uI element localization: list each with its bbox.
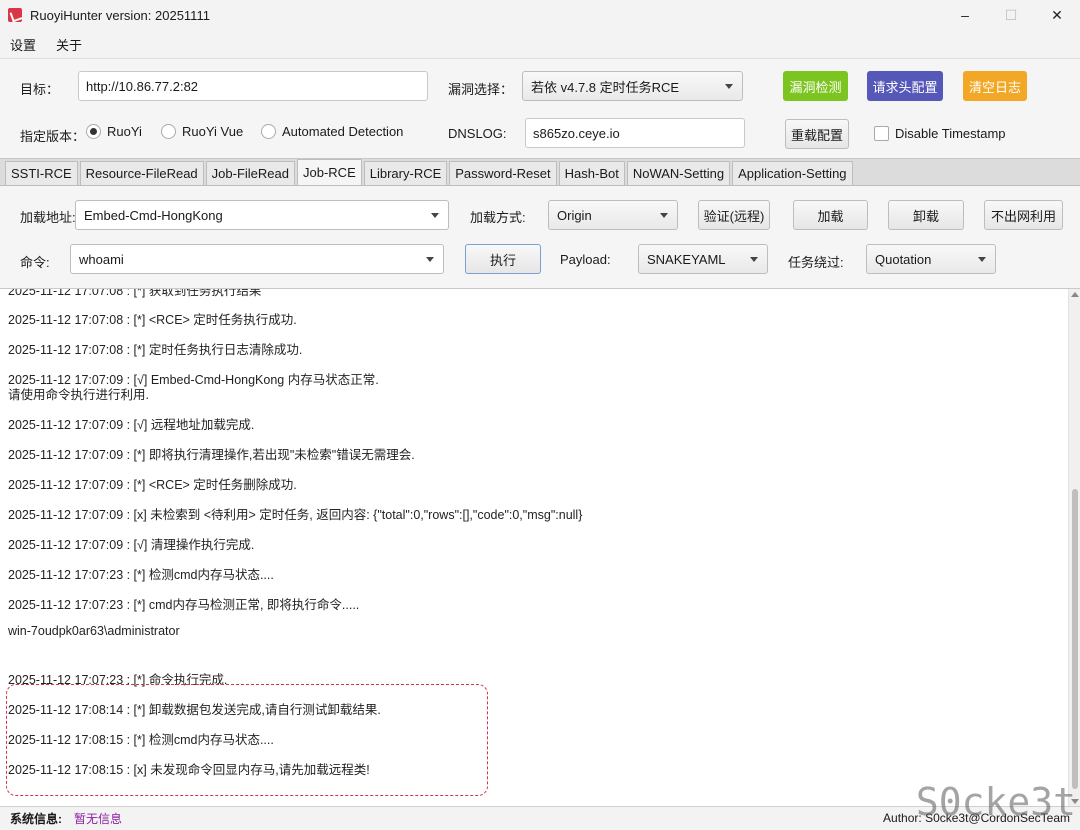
payload-label: Payload: — [560, 252, 611, 267]
load-addr-label: 加载地址: — [20, 210, 76, 225]
log-scrollbar[interactable] — [1068, 289, 1080, 806]
chevron-down-icon — [725, 84, 733, 89]
log-line: 请使用命令执行进行利用. — [8, 388, 149, 402]
payload-select[interactable]: SNAKEYAML — [638, 244, 768, 274]
window-controls: – ☐ ✕ — [942, 0, 1080, 30]
watermark: S0cke3t — [915, 780, 1076, 824]
execute-button[interactable]: 执行 — [465, 244, 541, 274]
verify-remote-button[interactable]: 验证(远程) — [698, 200, 770, 230]
radio-auto-detect-label: Automated Detection — [282, 124, 404, 139]
title-bar: RuoyiHunter version: 20251111 – ☐ ✕ — [0, 0, 1080, 30]
chevron-down-icon — [978, 257, 986, 262]
bypass-select[interactable]: Quotation — [866, 244, 996, 274]
chevron-down-icon — [750, 257, 758, 262]
menu-bar: 设置 关于 — [0, 30, 1080, 58]
log-line: 2025-11-12 17:07:09 : [*] 即将执行清理操作,若出现"未… — [8, 448, 415, 462]
scroll-up-icon[interactable] — [1071, 292, 1079, 297]
tab-library-rce[interactable]: Library-RCE — [363, 161, 448, 185]
radio-ruoyi-vue-label: RuoYi Vue — [182, 124, 244, 139]
log-line: 2025-11-12 17:07:08 : [*] <RCE> 定时任务执行成功… — [8, 313, 297, 327]
version-label: 指定版本： — [20, 129, 86, 144]
log-line: 2025-11-12 17:07:09 : [*] <RCE> 定时任务删除成功… — [8, 478, 297, 492]
load-method-select[interactable]: Origin — [548, 200, 678, 230]
reload-config-button[interactable]: 重载配置 — [785, 119, 849, 149]
close-icon[interactable]: ✕ — [1034, 0, 1080, 30]
log-line: 2025-11-12 17:07:23 : [*] cmd内存马检测正常, 即将… — [8, 598, 360, 612]
log-line: 2025-11-12 17:07:23 : [*] 检测cmd内存马状态.... — [8, 568, 274, 582]
nowan-exploit-button[interactable]: 不出网利用 — [984, 200, 1063, 230]
log-line: win-7oudpk0ar63\administrator — [8, 624, 180, 638]
app-icon — [8, 8, 22, 22]
load-addr-value: Embed-Cmd-HongKong — [84, 207, 223, 223]
disable-timestamp-checkbox[interactable]: Disable Timestamp — [874, 126, 1006, 141]
load-button[interactable]: 加载 — [793, 200, 868, 230]
radio-icon — [161, 124, 176, 139]
tab-bar: SSTI-RCE Resource-FileRead Job-FileRead … — [0, 158, 1080, 186]
disable-timestamp-label: Disable Timestamp — [895, 126, 1006, 141]
vuln-select-value: 若依 v4.7.8 定时任务RCE — [531, 79, 680, 95]
tab-hash-bot[interactable]: Hash-Bot — [558, 161, 625, 185]
chevron-down-icon — [431, 213, 439, 218]
target-input[interactable]: http://10.86.77.2:82 — [78, 71, 428, 101]
config-panel: 目标： http://10.86.77.2:82 漏洞选择： 若依 v4.7.8… — [0, 58, 1080, 158]
cmd-input[interactable]: whoami — [70, 244, 444, 274]
menu-about[interactable]: 关于 — [46, 35, 92, 54]
tab-resource-fileread[interactable]: Resource-FileRead — [79, 161, 204, 185]
log-line: 2025-11-12 17:07:08 : [*] 定时任务执行日志清除成功. — [8, 343, 303, 357]
header-config-button[interactable]: 请求头配置 — [867, 71, 943, 101]
payload-value: SNAKEYAML — [647, 251, 726, 267]
scroll-thumb[interactable] — [1072, 489, 1078, 789]
vuln-label: 漏洞选择： — [448, 82, 514, 97]
window-title: RuoyiHunter version: 20251111 — [30, 7, 210, 23]
unload-button[interactable]: 卸载 — [888, 200, 964, 230]
maximize-icon[interactable]: ☐ — [988, 0, 1034, 30]
dnslog-input[interactable]: s865zo.ceye.io — [525, 118, 745, 148]
menu-settings[interactable]: 设置 — [0, 35, 46, 54]
check-vuln-button[interactable]: 漏洞检测 — [783, 71, 848, 101]
tab-ssti-rce[interactable]: SSTI-RCE — [5, 161, 78, 185]
chevron-down-icon — [426, 257, 434, 262]
load-addr-select[interactable]: Embed-Cmd-HongKong — [75, 200, 449, 230]
bypass-value: Quotation — [875, 251, 932, 267]
clear-log-button[interactable]: 清空日志 — [963, 71, 1027, 101]
radio-auto-detect[interactable]: Automated Detection — [261, 124, 403, 139]
status-label: 系统信息: — [10, 812, 62, 826]
dnslog-label: DNSLOG: — [448, 126, 507, 141]
log-output[interactable]: 2025-11-12 17:07:08 : [*] 获取到任务执行结果 2025… — [0, 288, 1080, 806]
radio-ruoyi[interactable]: RuoYi — [86, 124, 142, 139]
cmd-value: whoami — [79, 251, 124, 267]
job-rce-options: 加载地址: Embed-Cmd-HongKong 加载方式: Origin 验证… — [0, 186, 1080, 288]
cmd-label: 命令: — [20, 255, 50, 270]
tab-job-fileread[interactable]: Job-FileRead — [205, 161, 295, 185]
status-value: 暂无信息 — [74, 812, 123, 826]
tab-job-rce[interactable]: Job-RCE — [297, 159, 362, 185]
radio-icon — [261, 124, 276, 139]
tab-password-reset[interactable]: Password-Reset — [449, 161, 557, 185]
log-line: 2025-11-12 17:07:09 : [√] 远程地址加载完成. — [8, 418, 255, 432]
log-line: 2025-11-12 17:07:09 : [√] 清理操作执行完成. — [8, 538, 255, 552]
radio-ruoyi-vue[interactable]: RuoYi Vue — [161, 124, 243, 139]
target-label: 目标： — [20, 82, 60, 97]
load-method-value: Origin — [557, 207, 592, 223]
log-line: 2025-11-12 17:07:09 : [x] 未检索到 <待利用> 定时任… — [8, 508, 583, 522]
load-method-label: 加载方式: — [470, 210, 526, 225]
vuln-select[interactable]: 若依 v4.7.8 定时任务RCE — [522, 71, 743, 101]
minimize-icon[interactable]: – — [942, 0, 988, 30]
tab-application-setting[interactable]: Application-Setting — [732, 161, 853, 185]
tab-nowan-setting[interactable]: NoWAN-Setting — [626, 161, 731, 185]
radio-selected-icon — [86, 124, 101, 139]
chevron-down-icon — [660, 213, 668, 218]
checkbox-icon — [874, 126, 889, 141]
highlight-annotation — [6, 684, 488, 796]
log-line: 2025-11-12 17:07:08 : [*] 获取到任务执行结果 — [8, 288, 262, 298]
radio-ruoyi-label: RuoYi — [107, 124, 142, 139]
bypass-label: 任务绕过: — [788, 255, 844, 270]
